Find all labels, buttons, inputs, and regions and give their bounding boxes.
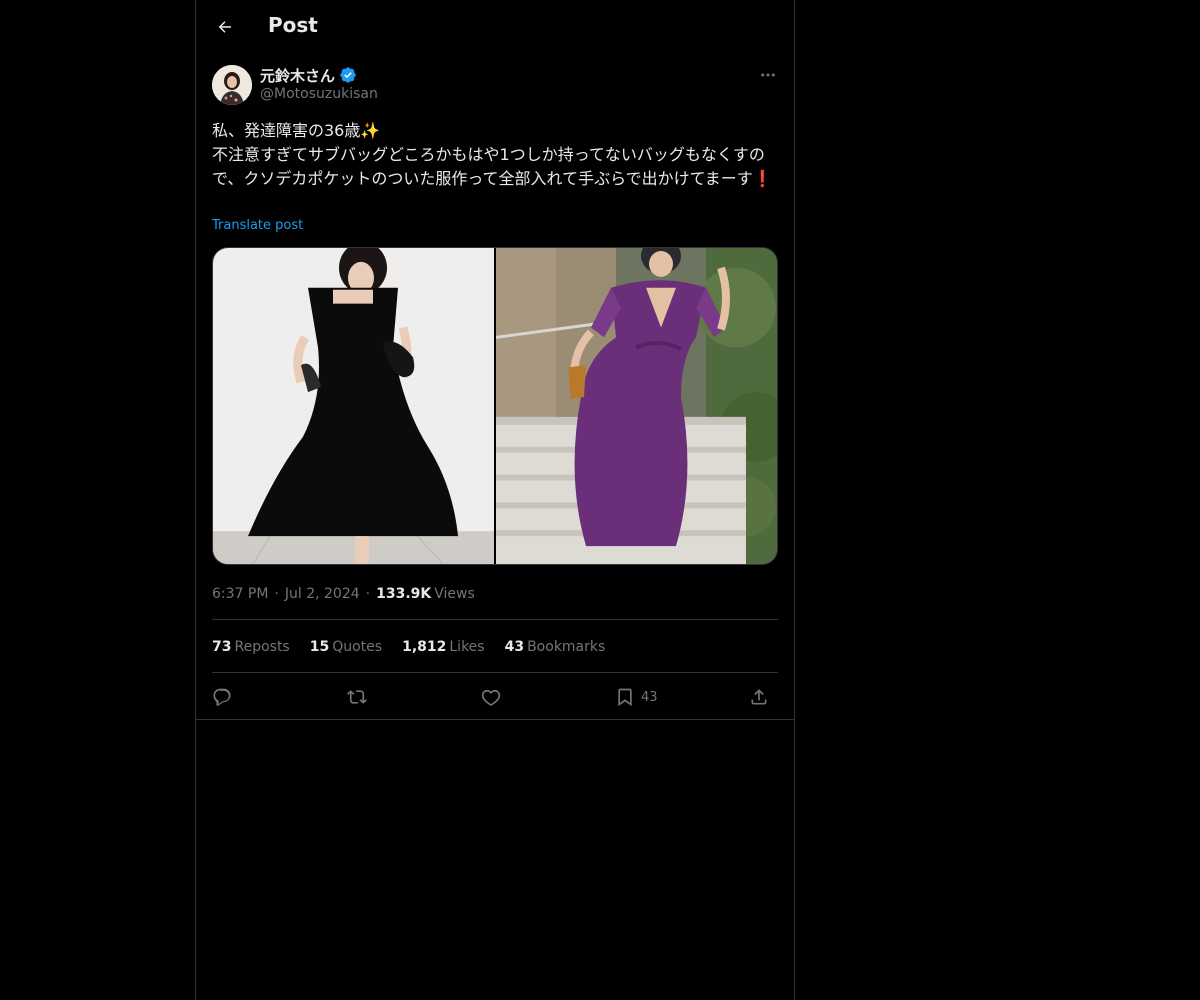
views-label: Views [434,586,475,602]
bookmarks-label: Bookmarks [527,639,606,655]
media-grid [212,247,778,565]
bookmark-button[interactable]: 43 [615,684,658,710]
post-date[interactable]: Jul 2, 2024 [285,586,360,602]
meta-separator: · [365,586,371,602]
page-title: Post [268,13,318,37]
bookmarks-count: 43 [504,639,525,655]
post-time[interactable]: 6:37 PM [212,586,268,602]
share-icon [751,689,767,705]
meta-separator: · [274,586,279,602]
bookmarks-stat[interactable]: 43 Bookmarks [505,639,606,655]
black-dress-photo [213,248,494,564]
avatar-photo [212,65,252,105]
likes-count: 1,812 [402,639,447,655]
reply-button[interactable] [212,684,232,710]
media-image-1[interactable] [213,248,494,564]
author-row[interactable]: 元鈴木さん [260,64,357,86]
reposts-count: 73 [212,639,232,655]
reposts-label: Reposts [234,639,290,655]
avatar[interactable] [212,65,252,105]
repost-button[interactable] [347,684,367,710]
divider [212,619,778,620]
post-column: Post 元鈴木さん @Motosuzukisan 私、発達障害の36歳✨ 不注… [195,0,795,1000]
purple-dress-photo [496,248,777,564]
bookmark-icon [618,688,632,707]
more-options-button[interactable] [754,64,782,86]
likes-label: Likes [449,639,485,655]
quotes-label: Quotes [332,639,383,655]
views-count: 133.9K [376,586,432,602]
bookmark-count: 43 [641,689,658,705]
divider [212,672,778,673]
more-horizontal-icon [761,73,775,77]
display-name[interactable]: 元鈴木さん [260,65,335,86]
translate-post-link[interactable]: Translate post [212,218,303,233]
quotes-count: 15 [309,639,330,655]
quotes-stat[interactable]: 15 Quotes [310,639,382,655]
reply-icon [213,688,231,706]
repost-icon [347,690,367,704]
verified-badge-icon [340,67,356,83]
post-text: 私、発達障害の36歳✨ 不注意すぎてサブバッグどころかもはや1つしか持ってないバ… [212,121,773,188]
arrow-left-icon [218,21,231,33]
share-button[interactable] [749,684,769,710]
top-bar: Post [196,0,794,54]
action-bar: 43 [212,684,778,710]
reposts-stat[interactable]: 73 Reposts [212,639,290,655]
engagement-stats: 73 Reposts 15 Quotes 1,812 Likes 43 Bookmark… [212,637,625,657]
heart-icon [481,689,501,706]
post-bottom-border [196,719,794,720]
author-handle[interactable]: @Motosuzukisan [260,86,378,102]
media-image-2[interactable] [496,248,777,564]
back-button[interactable] [208,10,242,44]
post-meta: 6:37 PM · Jul 2, 2024 · 133.9K Views [212,584,475,604]
like-button[interactable] [481,684,501,710]
likes-stat[interactable]: 1,812 Likes [402,639,485,655]
